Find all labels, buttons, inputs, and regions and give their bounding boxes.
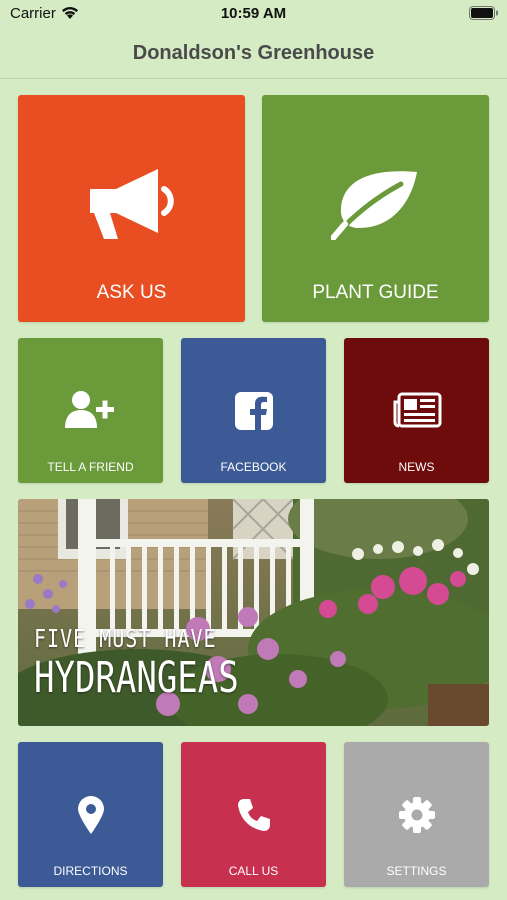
facebook-tile[interactable]: FACEBOOK — [181, 338, 326, 483]
ask-us-label: ASK US — [96, 282, 167, 303]
directions-tile[interactable]: DIRECTIONS — [18, 742, 163, 887]
directions-label: DIRECTIONS — [53, 864, 128, 878]
plant-guide-label: PLANT GUIDE — [312, 282, 439, 303]
banner-line2: HYDRANGEAS — [34, 653, 239, 703]
battery-icon — [469, 6, 498, 20]
news-tile[interactable]: NEWS — [344, 338, 489, 483]
map-pin-icon — [77, 796, 104, 834]
banner-line1: FIVE MUST HAVE — [34, 623, 217, 653]
tell-a-friend-tile[interactable]: TELL A FRIEND — [18, 338, 163, 483]
leaf-icon — [330, 171, 417, 240]
plant-guide-tile[interactable]: PLANT GUIDE — [262, 95, 489, 322]
settings-tile[interactable]: SETTINGS — [344, 742, 489, 887]
phone-icon — [237, 799, 270, 831]
news-label: NEWS — [398, 460, 435, 474]
facebook-label: FACEBOOK — [220, 460, 287, 474]
page-title: Donaldson's Greenhouse — [132, 42, 375, 64]
gear-icon — [398, 797, 435, 833]
ask-us-tile[interactable]: ASK US — [18, 95, 245, 322]
clock: 10:59 AM — [220, 5, 287, 22]
status-bar: Carrier 10:59 AM — [0, 0, 507, 28]
megaphone-icon — [89, 169, 174, 239]
add-user-icon — [64, 391, 114, 428]
facebook-icon — [234, 392, 273, 430]
call-us-tile[interactable]: CALL US — [181, 742, 326, 887]
banner-headline: FIVE MUST HAVE HYDRANGEAS — [34, 623, 239, 703]
call-us-label: CALL US — [228, 864, 279, 878]
hydrangeas-banner[interactable]: FIVE MUST HAVE HYDRANGEAS — [18, 499, 489, 726]
settings-label: SETTINGS — [386, 864, 447, 878]
tell-a-friend-label: TELL A FRIEND — [47, 460, 134, 474]
nav-bar: Donaldson's Greenhouse — [0, 28, 507, 79]
newspaper-icon — [393, 392, 441, 428]
